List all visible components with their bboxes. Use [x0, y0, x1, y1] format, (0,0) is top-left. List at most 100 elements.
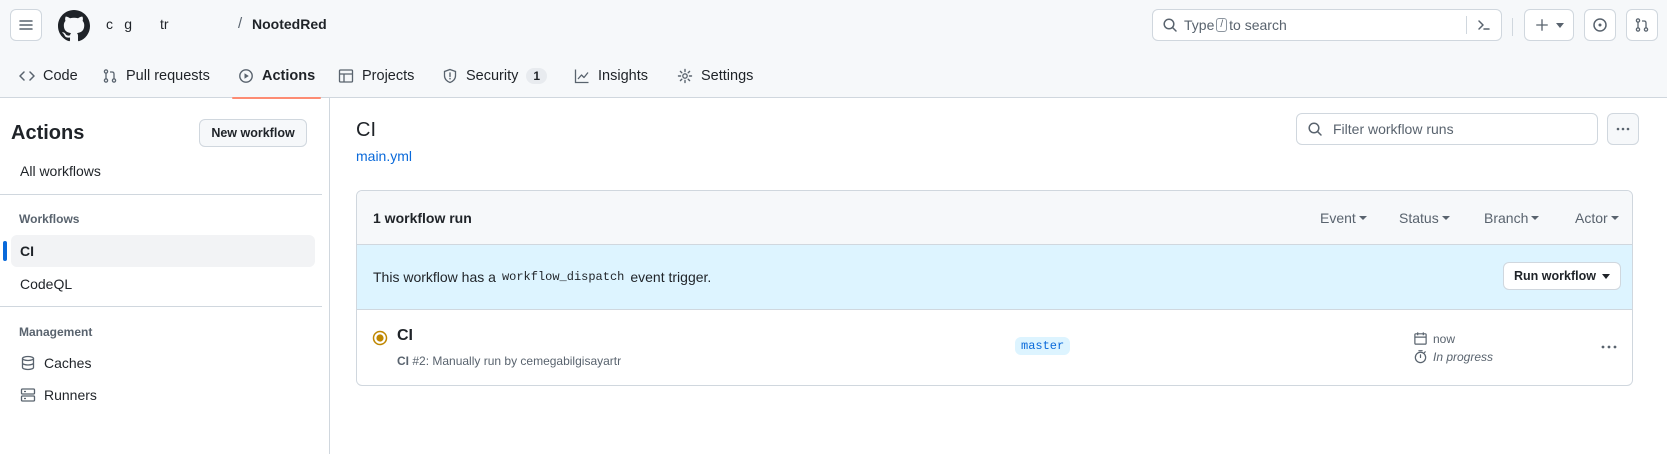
banner-prefix: This workflow has a: [373, 269, 496, 285]
github-logo-icon[interactable]: [58, 10, 90, 42]
facet-label: Actor: [1575, 210, 1608, 226]
issues-button[interactable]: [1584, 9, 1616, 41]
search-shortcut-key: /: [1216, 18, 1228, 32]
server-icon: [20, 387, 36, 403]
tab-code[interactable]: Code: [19, 54, 78, 98]
calendar-icon: [1413, 331, 1428, 346]
caret-down-icon: [1601, 273, 1610, 279]
actions-sidebar: Actions New workflow All workflows Workf…: [0, 98, 330, 454]
search-input[interactable]: Type / to search: [1152, 9, 1502, 41]
stopwatch-icon: [1413, 349, 1428, 364]
table-icon: [338, 68, 354, 84]
banner-suffix: event trigger.: [630, 269, 712, 285]
sidebar-title: Actions: [11, 122, 85, 144]
workflow-run-row[interactable]: CI CI #2: Manually run by cemegabilgisay…: [357, 310, 1632, 385]
caret-down-icon: [1610, 216, 1619, 220]
runs-header: 1 workflow run Event Status Branch Actor: [357, 191, 1632, 245]
sidebar-item-label: Caches: [44, 355, 92, 371]
repo-tabs: Code Pull requests Actions Projects Secu…: [0, 54, 1667, 99]
banner-code: workflow_dispatch: [501, 270, 625, 284]
repo-name[interactable]: NootedRed: [252, 16, 327, 32]
dispatch-banner: This workflow has a workflow_dispatch ev…: [357, 245, 1632, 310]
play-icon: [238, 68, 254, 84]
facet-label: Branch: [1484, 210, 1529, 226]
database-icon: [20, 355, 36, 371]
tab-label: Security: [466, 68, 519, 84]
tab-label: Code: [43, 68, 78, 84]
security-count-badge: 1: [526, 68, 548, 84]
facet-label: Status: [1399, 210, 1439, 226]
sidebar-divider: [0, 194, 322, 195]
search-suffix: to search: [1229, 17, 1287, 33]
tab-actions[interactable]: Actions: [231, 54, 322, 99]
tab-label: Projects: [362, 68, 415, 84]
run-duration-label: In progress: [1433, 349, 1494, 364]
tab-insights[interactable]: Insights: [574, 54, 648, 98]
issue-opened-icon: [1592, 17, 1608, 33]
plus-icon: [1535, 18, 1549, 32]
tab-label: Settings: [701, 68, 754, 84]
gear-icon: [677, 68, 693, 84]
search-icon: [1307, 121, 1323, 137]
command-palette-icon[interactable]: [1476, 17, 1492, 33]
workflows-heading: Workflows: [19, 212, 80, 226]
run-count: 1 workflow run: [373, 210, 472, 226]
filter-runs-input[interactable]: Filter workflow runs: [1296, 113, 1598, 145]
search-divider: [1466, 16, 1467, 34]
hamburger-icon: [18, 17, 34, 33]
run-workflow-label: Run workflow: [1514, 269, 1596, 283]
event-filter[interactable]: Event: [1320, 210, 1367, 226]
run-workflow-button[interactable]: Run workflow: [1503, 262, 1621, 290]
page-title: CI: [356, 119, 376, 141]
actor-filter[interactable]: Actor: [1575, 210, 1619, 226]
filter-placeholder: Filter workflow runs: [1333, 121, 1454, 137]
menu-button[interactable]: [10, 9, 42, 41]
sidebar-item-caches[interactable]: Caches: [11, 347, 315, 379]
sidebar-item-runners[interactable]: Runners: [11, 379, 315, 411]
search-prefix: Type: [1184, 17, 1215, 33]
pull-requests-button[interactable]: [1626, 9, 1658, 41]
run-title[interactable]: CI: [397, 327, 413, 345]
kebab-horizontal-icon: [1615, 121, 1631, 137]
sidebar-item-codeql[interactable]: CodeQL: [11, 268, 315, 300]
branch-filter[interactable]: Branch: [1484, 210, 1540, 226]
toolbar-divider: [1512, 18, 1513, 36]
run-duration: In progress: [1413, 349, 1493, 364]
caret-down-icon: [1358, 216, 1367, 220]
caret-down-icon: [1531, 216, 1540, 220]
status-filter[interactable]: Status: [1399, 210, 1450, 226]
sidebar-item-all-workflows[interactable]: All workflows: [11, 155, 315, 187]
management-heading: Management: [19, 325, 93, 339]
sidebar-item-label: Runners: [44, 387, 97, 403]
code-icon: [19, 68, 35, 84]
tab-projects[interactable]: Projects: [338, 54, 414, 98]
tab-label: Insights: [598, 68, 648, 84]
sidebar-divider: [0, 306, 322, 307]
repo-owner[interactable]: c g tr: [106, 16, 169, 32]
run-subtitle: CI #2: Manually run by cemegabilgisayart…: [397, 354, 621, 368]
repo-header: c g tr / NootedRed Type / to search Code…: [0, 0, 1667, 99]
caret-down-icon: [1555, 22, 1564, 28]
in-progress-status-icon: [372, 330, 388, 346]
workflow-file-link[interactable]: main.yml: [356, 148, 412, 164]
path-separator: /: [238, 15, 243, 32]
run-menu-icon[interactable]: [1600, 339, 1618, 355]
create-new-button[interactable]: [1524, 9, 1574, 41]
tab-settings[interactable]: Settings: [677, 54, 753, 98]
more-options-button[interactable]: [1607, 113, 1639, 145]
run-timestamp: now: [1413, 331, 1455, 346]
tab-label: Actions: [262, 68, 316, 84]
shield-icon: [442, 68, 458, 84]
tab-pull-requests[interactable]: Pull requests: [102, 54, 210, 98]
search-icon: [1162, 17, 1178, 33]
tab-security[interactable]: Security 1: [442, 54, 548, 98]
git-pull-request-icon: [1634, 17, 1650, 33]
tab-label: Pull requests: [126, 68, 210, 84]
run-description: #2: Manually run by cemegabilgisayartr: [412, 354, 622, 368]
workflow-runs-box: 1 workflow run Event Status Branch Actor…: [356, 190, 1633, 386]
run-time: now: [1433, 331, 1456, 346]
caret-down-icon: [1441, 216, 1450, 220]
new-workflow-button[interactable]: New workflow: [199, 119, 307, 147]
sidebar-item-ci[interactable]: CI: [3, 235, 315, 267]
branch-badge[interactable]: master: [1015, 337, 1071, 355]
